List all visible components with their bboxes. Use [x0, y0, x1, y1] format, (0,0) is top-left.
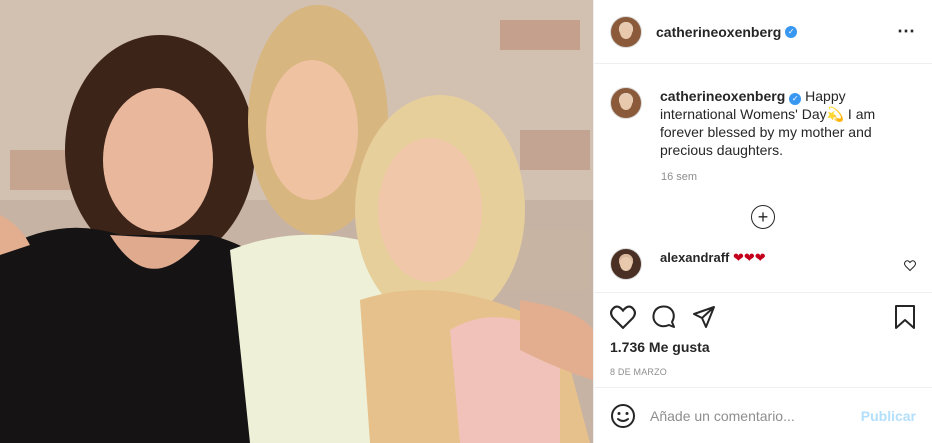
post-header: catherineoxenberg ✓ ⋯ — [594, 0, 932, 64]
commenter-avatar[interactable] — [610, 248, 642, 280]
action-bar — [594, 293, 932, 333]
publish-button[interactable]: Publicar — [861, 408, 916, 424]
author-username[interactable]: catherineoxenberg — [656, 24, 781, 40]
comment-icon[interactable] — [652, 304, 676, 334]
post-photo[interactable] — [0, 0, 593, 443]
caption: catherineoxenberg ✓ Happy international W… — [594, 65, 932, 159]
caption-text-block: catherineoxenberg ✓ Happy international W… — [660, 87, 910, 159]
heart-icon[interactable] — [610, 305, 636, 334]
commenter-username[interactable]: alexandraff — [660, 250, 729, 265]
comments-list[interactable]: catherineoxenberg ✓ Happy international W… — [594, 65, 932, 291]
comment-form: Publicar — [594, 387, 932, 443]
save-icon[interactable] — [894, 304, 916, 335]
comment-text-block: alexandraff ❤❤❤ — [660, 250, 766, 266]
verified-badge-icon: ✓ — [789, 93, 802, 105]
more-options-icon[interactable]: ⋯ — [897, 21, 916, 42]
emoji-icon[interactable] — [610, 403, 636, 429]
photo-illustration — [0, 0, 593, 443]
verified-badge-icon: ✓ — [785, 25, 798, 38]
like-count[interactable]: 1.736 Me gusta — [594, 333, 932, 355]
post-side-panel: catherineoxenberg ✓ ⋯ catherineoxenberg ✓… — [593, 0, 932, 443]
load-more-comments: + — [594, 205, 932, 229]
comment-text: ❤❤❤ — [733, 250, 766, 265]
caption-avatar[interactable] — [610, 87, 642, 119]
caption-time[interactable]: 16 sem — [661, 171, 932, 183]
caption-username[interactable]: catherineoxenberg — [660, 88, 785, 104]
like-comment-icon[interactable] — [904, 260, 916, 274]
post-actions-area: 1.736 Me gusta 8 DE MARZO — [594, 292, 932, 377]
add-comments-icon[interactable]: + — [751, 205, 775, 229]
comment-item: alexandraff ❤❤❤ — [594, 229, 932, 280]
author-avatar[interactable] — [610, 15, 642, 48]
post-date[interactable]: 8 DE MARZO — [594, 355, 932, 377]
share-icon[interactable] — [692, 305, 716, 334]
comment-input[interactable] — [650, 407, 850, 424]
